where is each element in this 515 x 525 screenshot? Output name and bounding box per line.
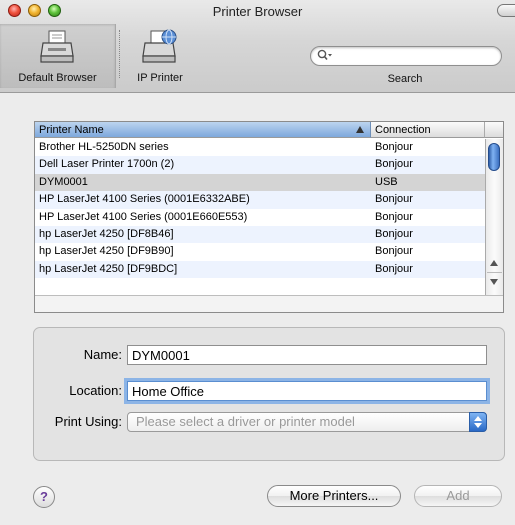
column-header-connection-label: Connection	[375, 124, 431, 136]
name-label: Name:	[83, 347, 122, 362]
ip-printer-label: IP Printer	[137, 72, 183, 84]
search-input[interactable]	[337, 48, 492, 63]
table-horizontal-scrollbar[interactable]	[35, 295, 503, 312]
printer-name-cell: HP LaserJet 4100 Series (0001E660E553)	[39, 210, 248, 223]
default-browser-label: Default Browser	[18, 72, 97, 84]
toolbar-toggle-button[interactable]	[497, 4, 515, 17]
connection-cell: USB	[375, 175, 398, 188]
table-vertical-scrollbar[interactable]	[485, 139, 503, 295]
window-chrome: Printer Browser Default Browser IP Print…	[0, 0, 515, 93]
printer-details-group: Name: Location: Print Using: Please sele…	[33, 327, 505, 461]
printer-rows: Brother HL-5250DN series Bonjour Dell La…	[35, 139, 485, 279]
connection-cell: Bonjour	[375, 210, 413, 223]
location-field[interactable]	[127, 381, 487, 401]
scrollbar-thumb[interactable]	[488, 143, 500, 171]
table-header: Printer Name Connection	[35, 122, 503, 139]
table-row[interactable]: hp LaserJet 4250 [DF8B46] Bonjour	[35, 225, 485, 244]
connection-cell: Bonjour	[375, 262, 413, 275]
printer-name-cell: hp LaserJet 4250 [DF9B90]	[39, 245, 174, 258]
print-using-label: Print Using:	[54, 414, 122, 429]
help-button[interactable]: ?	[33, 486, 55, 508]
more-printers-button[interactable]: More Printers...	[267, 485, 401, 507]
table-row[interactable]: HP LaserJet 4100 Series (0001E6332ABE) B…	[35, 191, 485, 209]
printer-name-cell: DYM0001	[39, 175, 88, 188]
select-arrows-icon[interactable]	[469, 412, 487, 432]
network-printer-icon	[142, 29, 177, 63]
printer-name-cell: Brother HL-5250DN series	[39, 141, 169, 153]
sort-ascending-icon	[356, 126, 364, 133]
title-bar[interactable]: Printer Browser	[0, 0, 515, 22]
search-field[interactable]	[310, 46, 502, 66]
toolbar-separator	[119, 30, 121, 78]
printer-browser-window: Printer Browser Default Browser IP Print…	[0, 0, 515, 525]
table-row[interactable]: Brother HL-5250DN series Bonjour	[35, 139, 485, 156]
print-using-select[interactable]: Please select a driver or printer model	[127, 412, 487, 432]
table-row[interactable]: hp LaserJet 4250 [DF9B90] Bonjour	[35, 243, 485, 260]
printer-name-cell: HP LaserJet 4100 Series (0001E6332ABE)	[39, 193, 250, 206]
table-row[interactable]: Dell Laser Printer 1700n (2) Bonjour	[35, 156, 485, 174]
printer-name-cell: hp LaserJet 4250 [DF8B46]	[39, 227, 174, 240]
connection-cell: Bonjour	[375, 193, 413, 206]
scroll-down-arrow-icon[interactable]	[490, 279, 498, 285]
table-row-selected[interactable]: DYM0001 USB	[35, 173, 485, 192]
table-row[interactable]: HP LaserJet 4100 Series (0001E660E553) B…	[35, 209, 485, 226]
connection-cell: Bonjour	[375, 227, 413, 240]
connection-cell: Bonjour	[375, 158, 413, 171]
scroll-up-arrow-icon[interactable]	[490, 260, 498, 266]
connection-cell: Bonjour	[375, 245, 413, 258]
column-header-connection[interactable]: Connection	[371, 122, 485, 138]
connection-cell: Bonjour	[375, 141, 413, 153]
printer-name-cell: hp LaserJet 4250 [DF9BDC]	[39, 262, 178, 275]
printer-name-cell: Dell Laser Printer 1700n (2)	[39, 158, 175, 171]
column-header-printer-name[interactable]: Printer Name	[35, 122, 371, 138]
window-title: Printer Browser	[212, 4, 303, 19]
help-icon: ?	[40, 489, 48, 504]
search-label: Search	[387, 73, 423, 85]
search-icon	[317, 49, 332, 61]
table-row[interactable]: hp LaserJet 4250 [DF9BDC] Bonjour	[35, 260, 485, 279]
add-button[interactable]: Add	[414, 485, 502, 507]
name-field[interactable]	[127, 345, 487, 365]
printer-icon	[39, 30, 74, 63]
default-browser-button[interactable]: Default Browser	[0, 24, 116, 88]
column-header-printer-name-label: Printer Name	[39, 124, 104, 136]
location-label: Location:	[69, 383, 122, 398]
print-using-value: Please select a driver or printer model	[136, 414, 355, 429]
scroll-arrow-divider	[487, 272, 502, 273]
printer-table: Printer Name Connection Brother HL-5250D…	[34, 121, 504, 313]
table-header-corner	[485, 122, 503, 138]
ip-printer-button[interactable]: IP Printer	[125, 24, 195, 88]
